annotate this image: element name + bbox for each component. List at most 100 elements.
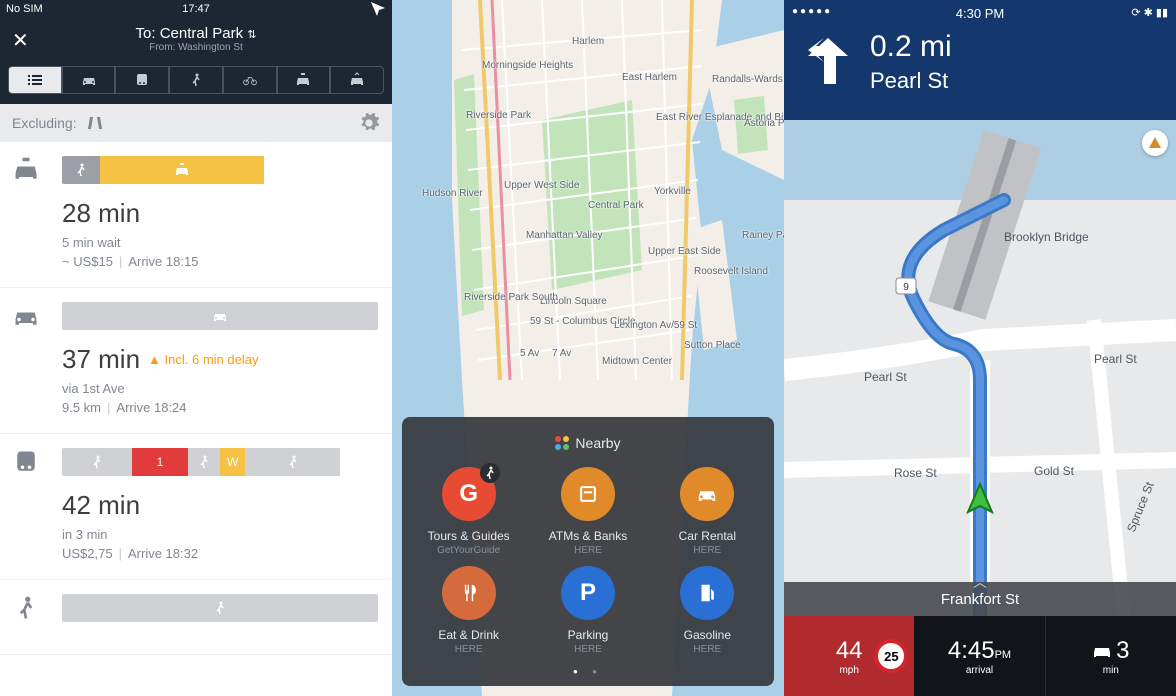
current-street-bar: ︿ Frankfort St (784, 582, 1176, 616)
category-atms-banks[interactable]: ATMs & Banks HERE (531, 467, 644, 556)
car-icon (696, 483, 718, 505)
category-provider: GetYourGuide (412, 545, 525, 556)
routes-panel: No SIM 17:47 ✕ To: Central Park ⇅ From: … (0, 0, 392, 696)
car-icon (12, 302, 40, 330)
highway-icon (87, 115, 103, 131)
arrival-cell[interactable]: 4:45PM arrival (914, 616, 1044, 696)
category-icon (561, 467, 615, 521)
map-label: Midtown Center (602, 356, 672, 367)
swap-icon[interactable]: ⇅ (247, 29, 256, 41)
eta-value: 3 (1116, 637, 1129, 665)
street-label: Pearl St (864, 370, 907, 384)
category-name: Eat & Drink (412, 628, 525, 642)
arrival-label: arrival (966, 665, 993, 676)
category-provider: HERE (531, 644, 644, 655)
nearby-logo-icon (555, 436, 569, 450)
map-label: Roosevelt Island (694, 266, 768, 277)
walk-icon (212, 600, 228, 616)
eta-cell[interactable]: 3 min (1045, 616, 1176, 696)
from-label: From: Washington St (149, 42, 243, 53)
route-option[interactable] (0, 580, 392, 655)
walk-icon (12, 594, 40, 622)
speed-unit: mph (839, 665, 858, 676)
category-name: Gasoline (651, 628, 764, 642)
walk-icon (12, 594, 40, 622)
street-label: Rose St (894, 466, 937, 480)
route-option[interactable]: 1W 42 min in 3 min US$2,75|Arrive 18:32 (0, 434, 392, 580)
map-label: Manhattan Valley (526, 230, 603, 241)
svg-text:9: 9 (903, 282, 909, 293)
transit-icon (134, 72, 150, 88)
excluding-label: Excluding: (12, 115, 77, 131)
list-icon (27, 72, 43, 88)
bottom-stats: 44 mph 25 4:45PM arrival 3 min (784, 616, 1176, 696)
excluding-bar: Excluding: (0, 104, 392, 142)
route-option[interactable]: 28 min 5 min wait ~ US$15|Arrive 18:15 (0, 142, 392, 288)
status-bar: No SIM 17:47 (0, 0, 392, 18)
map-label: Hudson River (422, 188, 483, 199)
turn-banner: ●●●●● 4:30 PM ⟳ ✱ ▮▮ 0.2 mi Pearl St (784, 0, 1176, 120)
route-time: 28 min (62, 198, 378, 229)
mode-car[interactable] (62, 66, 116, 94)
category-parking[interactable]: P Parking HERE (531, 566, 644, 655)
destination-header: ✕ To: Central Park ⇅ From: Washington St (0, 18, 392, 60)
map-label: 5 Av (520, 348, 539, 359)
mode-tabs (0, 60, 392, 104)
mode-transit[interactable] (115, 66, 169, 94)
street-label: Pearl St (1094, 352, 1137, 366)
map-label: Lexington Av/59 St (614, 320, 697, 331)
taxi-icon (174, 162, 190, 178)
route-sub2: US$2,75|Arrive 18:32 (62, 546, 378, 561)
status-icons: ⟳ ✱ ▮▮ (1131, 6, 1168, 19)
speed-value: 44 (836, 637, 863, 665)
walk-icon (188, 72, 204, 88)
walk-icon (89, 454, 105, 470)
route-time: 37 min ▲ Incl. 6 min delay (62, 344, 378, 375)
nearby-sheet: Nearby G Tours & Guides GetYourGuide ATM… (402, 417, 774, 686)
chevron-up-icon[interactable]: ︿ (973, 572, 987, 592)
route-bar (62, 302, 378, 330)
mode-carshare[interactable] (330, 66, 384, 94)
gas-icon (696, 582, 718, 604)
mode-bike[interactable] (223, 66, 277, 94)
turn-street: Pearl St (870, 68, 1160, 94)
category-car-rental[interactable]: Car Rental HERE (651, 467, 764, 556)
navigation-panel: ●●●●● 4:30 PM ⟳ ✱ ▮▮ 0.2 mi Pearl St (784, 0, 1176, 696)
turn-distance: 0.2 mi (870, 30, 1160, 64)
close-icon[interactable]: ✕ (12, 28, 29, 53)
map-label: 7 Av (552, 348, 571, 359)
bike-icon (242, 72, 258, 88)
walk-icon (196, 454, 212, 470)
category-provider: HERE (651, 545, 764, 556)
map-label: Upper East Side (648, 246, 721, 257)
category-eat-drink[interactable]: Eat & Drink HERE (412, 566, 525, 655)
category-icon: P (561, 566, 615, 620)
warning-icon (1148, 136, 1162, 150)
map-label: Rainey Park (742, 230, 784, 241)
map-label: Sutton Place (684, 340, 741, 351)
route-option[interactable]: 37 min ▲ Incl. 6 min delay via 1st Ave 9… (0, 288, 392, 434)
route-bar (62, 156, 378, 184)
category-tours-guides[interactable]: G Tours & Guides GetYourGuide (412, 467, 525, 556)
settings-icon[interactable] (358, 112, 380, 134)
report-button[interactable] (1142, 130, 1168, 156)
page-dots[interactable]: ● ● (412, 667, 764, 676)
mode-all[interactable] (8, 66, 62, 94)
speed-cell[interactable]: 44 mph 25 (784, 616, 914, 696)
map-label: Harlem (572, 36, 604, 47)
category-provider: HERE (531, 545, 644, 556)
category-gasoline[interactable]: Gasoline HERE (651, 566, 764, 655)
transit-icon (12, 448, 40, 476)
taxi-icon (295, 72, 311, 88)
category-provider: HERE (412, 644, 525, 655)
category-icon (680, 467, 734, 521)
map-label: Yorkville (654, 186, 691, 197)
route-time: 42 min (62, 490, 378, 521)
mode-taxi[interactable] (277, 66, 331, 94)
carshare-icon (349, 72, 365, 88)
taxi-icon (12, 156, 40, 184)
category-name: Car Rental (651, 529, 764, 543)
nav-map[interactable]: 9 Brooklyn BridgePearl StPearl StRose St… (784, 120, 1176, 616)
map-panel[interactable]: Morningside HeightsHarlemEast HarlemRand… (392, 0, 784, 696)
mode-walk[interactable] (169, 66, 223, 94)
